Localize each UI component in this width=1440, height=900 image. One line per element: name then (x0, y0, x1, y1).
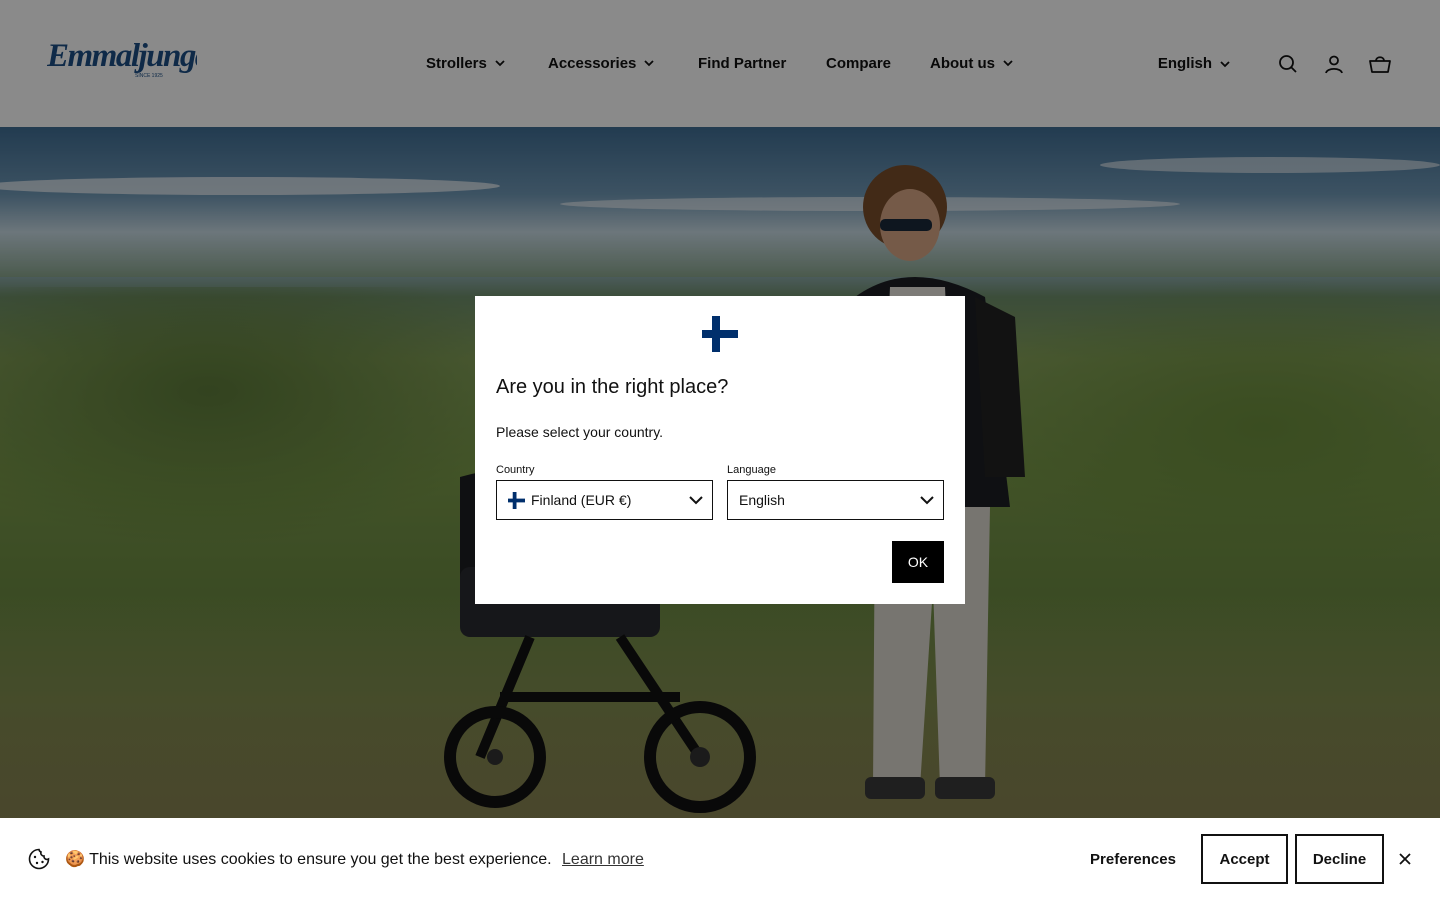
country-select[interactable]: Finland (EUR €) (496, 480, 713, 520)
decline-button[interactable]: Decline (1295, 834, 1384, 884)
learn-more-link[interactable]: Learn more (562, 851, 644, 868)
country-field-label: Country (496, 464, 535, 476)
chevron-down-icon (689, 493, 703, 510)
accept-button[interactable]: Accept (1201, 834, 1288, 884)
cookie-message: 🍪 This website uses cookies to ensure yo… (65, 849, 644, 869)
cookie-banner: 🍪 This website uses cookies to ensure yo… (0, 818, 1440, 900)
close-icon[interactable] (1396, 850, 1414, 868)
cookie-icon (28, 848, 50, 875)
modal-subtitle: Please select your country. (496, 424, 664, 440)
cookie-emoji: 🍪 (65, 851, 85, 868)
finland-flag-icon (702, 316, 738, 352)
chevron-down-icon (920, 493, 934, 510)
preferences-button[interactable]: Preferences (1080, 834, 1186, 884)
language-select[interactable]: English (727, 480, 944, 520)
language-field-label: Language (727, 464, 776, 476)
finland-flag-icon (508, 491, 525, 509)
country-selector-modal: Are you in the right place? Please selec… (475, 296, 965, 604)
modal-title: Are you in the right place? (496, 376, 729, 398)
cookie-message-text: This website uses cookies to ensure you … (89, 851, 552, 868)
ok-button[interactable]: OK (892, 541, 944, 583)
country-select-value: Finland (EUR €) (531, 492, 632, 508)
language-select-value: English (739, 492, 785, 508)
